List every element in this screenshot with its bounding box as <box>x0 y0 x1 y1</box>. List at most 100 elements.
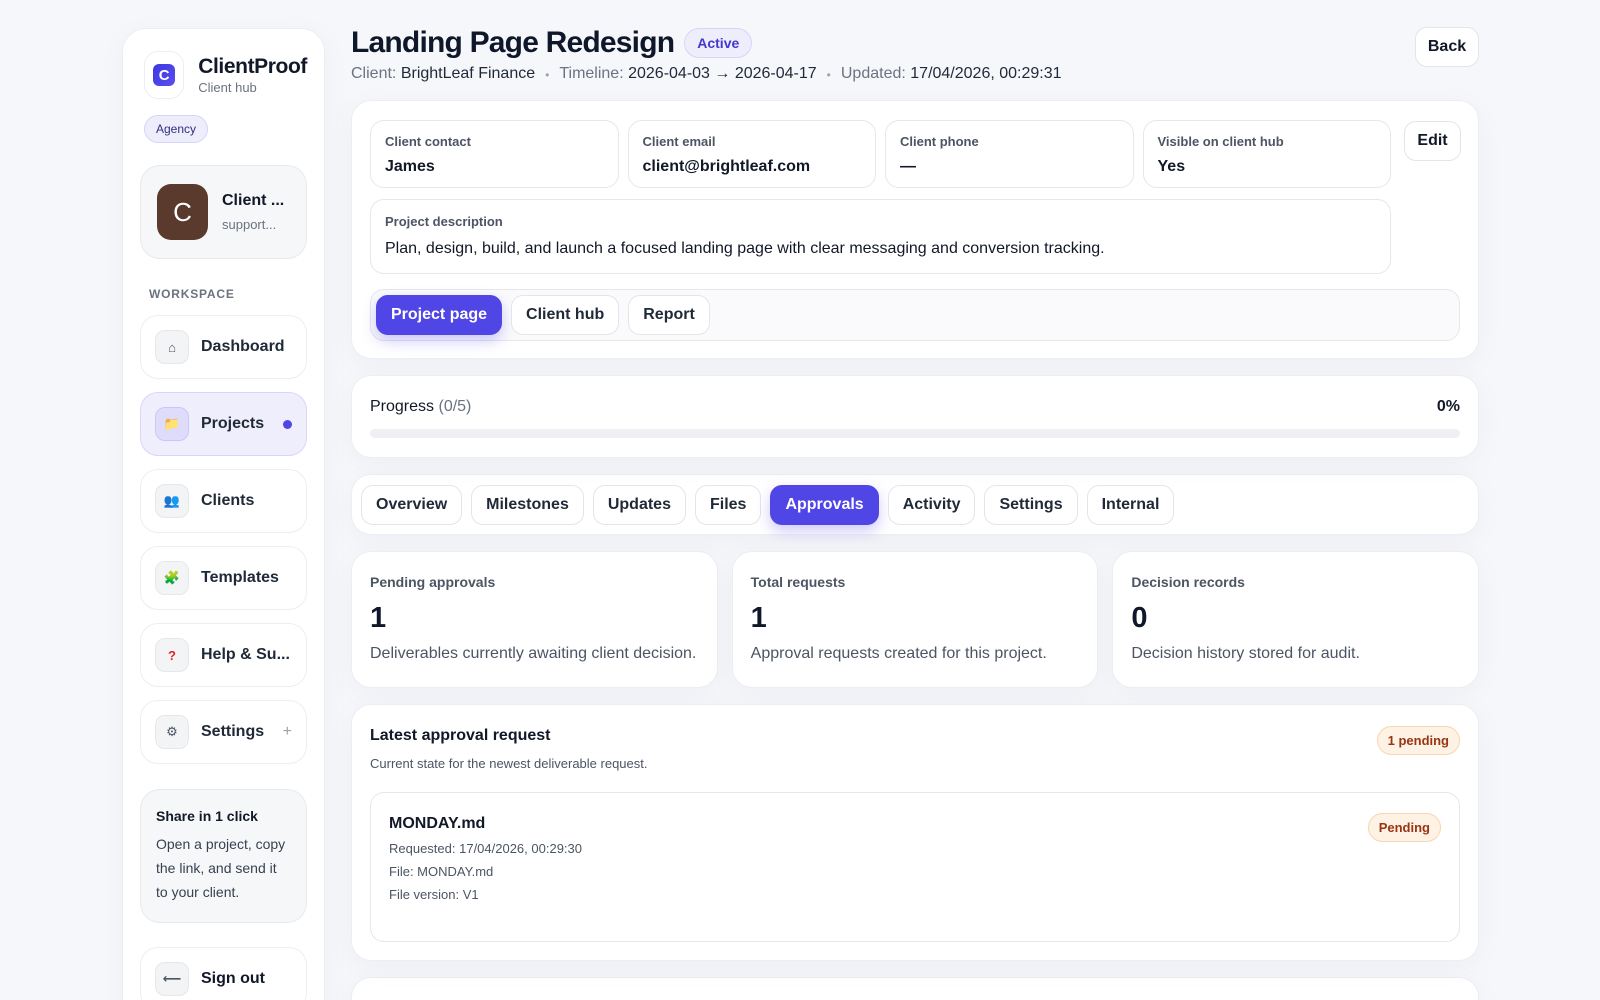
tab-updates[interactable]: Updates <box>592 484 686 525</box>
tab-internal[interactable]: Internal <box>1086 484 1175 525</box>
sidebar-item-projects[interactable]: 📁 Projects <box>140 392 307 456</box>
stat-description: Deliverables currently awaiting client d… <box>370 645 697 662</box>
stat-label: Total requests <box>750 574 846 590</box>
progress-label: Progress (0/5) <box>370 398 1460 416</box>
avatar: C <box>157 184 208 240</box>
meta-timeline-value: 2026-04-03 → 2026-04-17 <box>628 65 817 82</box>
sidebar-item-label: Templates <box>201 569 279 586</box>
stat-pending-approvals: Pending approvals 1 Deliverables current… <box>351 551 718 688</box>
tab-settings[interactable]: Settings <box>984 484 1078 525</box>
meta-client-value: BrightLeaf Finance <box>400 65 536 82</box>
meta-separator: • <box>545 68 550 82</box>
active-indicator-dot <box>283 419 292 429</box>
brand[interactable]: C ClientProof Client hub <box>144 51 307 99</box>
approval-request-item[interactable]: MONDAY.md Requested: 17/04/2026, 00:29:3… <box>370 792 1460 942</box>
tab-overview[interactable]: Overview <box>361 484 463 525</box>
field-label: Client contact <box>385 134 471 149</box>
share-tip-card: Share in 1 click Open a project, copy th… <box>140 789 307 923</box>
sidebar-item-label: Help & Su... <box>201 646 290 663</box>
plus-icon[interactable]: + <box>283 723 292 741</box>
request-requested-at: Requested: 17/04/2026, 00:29:30 <box>389 841 582 856</box>
stat-decision-records: Decision records 0 Decision history stor… <box>1112 551 1480 688</box>
stat-description: Approval requests created for this proje… <box>750 645 1047 662</box>
progress-title: Progress <box>370 398 435 415</box>
progress-count: (0/5) <box>438 398 472 415</box>
user-name: Client ... <box>222 192 285 209</box>
project-description: Project description Plan, design, build,… <box>370 199 1391 274</box>
stat-label: Pending approvals <box>370 574 496 590</box>
field-value: Yes <box>1157 158 1186 175</box>
next-section-card <box>351 977 1479 1000</box>
field-label: Visible on client hub <box>1157 134 1284 149</box>
stat-value: 1 <box>750 602 767 634</box>
sidebar-item-label: Clients <box>201 492 255 509</box>
pending-count-badge: 1 pending <box>1376 726 1460 755</box>
role-badge: Agency <box>144 115 209 143</box>
request-file-version: File version: V1 <box>389 887 479 902</box>
client-phone-field: Client phone — <box>885 120 1134 188</box>
sidebar-item-settings[interactable]: ⚙ Settings + <box>140 700 307 764</box>
share-tip-text: Open a project, copy the link, and send … <box>156 836 286 900</box>
brand-subtitle: Client hub <box>198 80 257 95</box>
tab-files[interactable]: Files <box>694 484 762 525</box>
progress-percent: 0% <box>1436 398 1460 415</box>
client-email-field: Client email client@brightleaf.com <box>627 120 876 188</box>
section-label-workspace: WORKSPACE <box>149 287 235 301</box>
client-hub-visibility-field: Visible on client hub Yes <box>1142 120 1391 188</box>
field-value: — <box>900 158 916 175</box>
stat-label: Decision records <box>1131 574 1245 590</box>
client-hub-button[interactable]: Client hub <box>511 295 620 335</box>
sign-out-label: Sign out <box>201 970 265 987</box>
sign-out-button[interactable]: ⟵ Sign out <box>140 947 307 1000</box>
tab-approvals[interactable]: Approvals <box>770 484 879 525</box>
status-badge: Active <box>684 28 753 58</box>
project-links-bar: Project page Client hub Report <box>370 289 1460 341</box>
field-value: James <box>385 158 435 175</box>
stat-value: 0 <box>1131 602 1148 634</box>
help-icon: ? <box>155 638 189 672</box>
home-icon: ⌂ <box>155 330 189 364</box>
share-tip-title: Share in 1 click <box>156 808 258 824</box>
tab-activity[interactable]: Activity <box>887 484 976 525</box>
sidebar-item-clients[interactable]: 👥 Clients <box>140 469 307 533</box>
brand-logo: C <box>144 51 185 99</box>
sidebar-item-label: Dashboard <box>201 338 285 355</box>
gear-icon: ⚙ <box>155 715 189 749</box>
brand-name: ClientProof <box>198 55 307 78</box>
sidebar-item-label: Projects <box>201 415 265 432</box>
page-title: Landing Page Redesign <box>351 26 675 59</box>
description-text: Plan, design, build, and launch a focuse… <box>385 240 1105 257</box>
sidebar-item-help[interactable]: ? Help & Su... <box>140 623 307 687</box>
sidebar-item-dashboard[interactable]: ⌂ Dashboard <box>140 315 307 379</box>
meta-timeline-label: Timeline: <box>559 65 624 82</box>
progress-card: Progress (0/5) 0% <box>351 375 1479 458</box>
meta-client-label: Client: <box>351 65 397 82</box>
request-file-name: MONDAY.md <box>389 815 486 832</box>
stat-value: 1 <box>370 602 387 634</box>
approval-stats: Pending approvals 1 Deliverables current… <box>351 551 1480 688</box>
client-contact-field: Client contact James <box>370 120 619 188</box>
meta-separator: • <box>826 68 831 82</box>
approval-card-subtitle: Current state for the newest deliverable… <box>370 756 648 771</box>
sidebar-item-templates[interactable]: 🧩 Templates <box>140 546 307 610</box>
meta-updated-label: Updated: <box>840 65 906 82</box>
user-email: support... <box>222 217 277 232</box>
puzzle-icon: 🧩 <box>155 561 189 595</box>
project-tabs: Overview Milestones Updates Files Approv… <box>351 474 1479 535</box>
back-button[interactable]: Back <box>1415 27 1479 67</box>
project-meta: Client: BrightLeaf Finance • Timeline: 2… <box>351 65 1062 85</box>
approval-card-title: Latest approval request <box>370 727 551 744</box>
field-value: client@brightleaf.com <box>642 158 811 175</box>
latest-approval-card: Latest approval request Current state fo… <box>351 704 1479 961</box>
user-card[interactable]: C Client ... support... <box>140 165 307 259</box>
folder-icon: 📁 <box>155 407 189 441</box>
progress-bar <box>370 429 1460 438</box>
tab-milestones[interactable]: Milestones <box>471 484 584 525</box>
project-page-button[interactable]: Project page <box>376 295 503 335</box>
request-file: File: MONDAY.md <box>389 864 494 879</box>
meta-updated-value: 17/04/2026, 00:29:31 <box>910 65 1062 82</box>
request-status-badge: Pending <box>1367 813 1441 842</box>
page-header: Landing Page Redesign Active Client: Bri… <box>351 0 1479 100</box>
report-button[interactable]: Report <box>628 295 710 335</box>
edit-button[interactable]: Edit <box>1404 121 1461 161</box>
